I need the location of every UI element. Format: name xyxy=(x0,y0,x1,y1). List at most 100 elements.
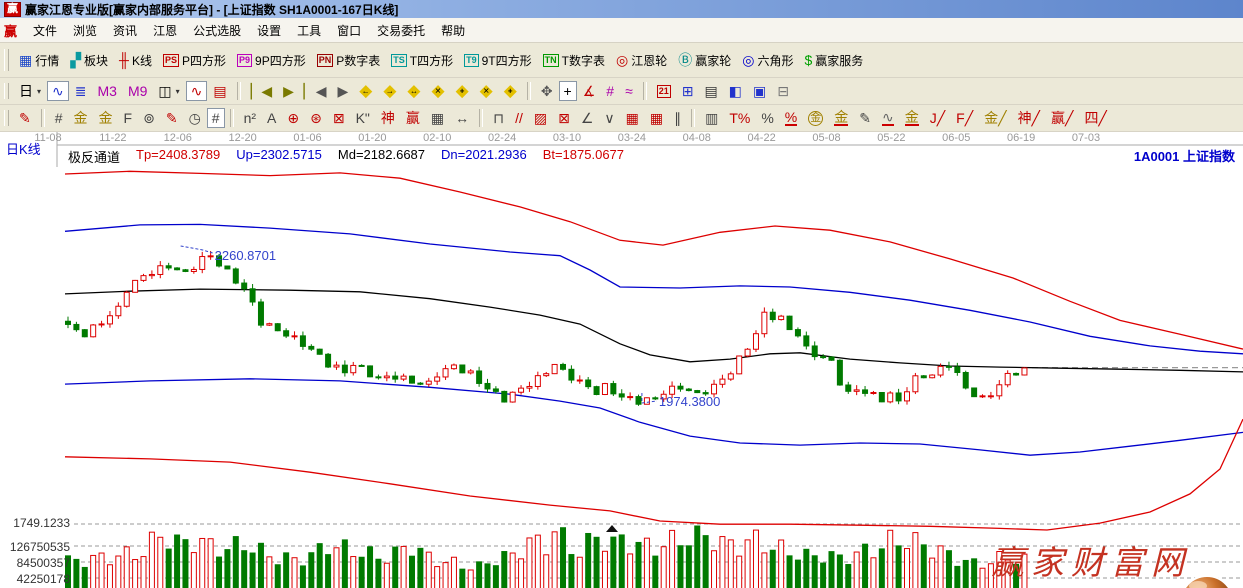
percent-tool[interactable]: % xyxy=(756,108,778,128)
diamond-expand-tool[interactable]: ◆+ xyxy=(451,81,474,101)
kline-button[interactable]: ╫K线 xyxy=(114,50,157,71)
p-square-button[interactable]: PSP四方形 xyxy=(158,50,231,71)
red-target-tool[interactable]: ⊕ xyxy=(282,108,304,128)
wave-3-tool[interactable]: M3 xyxy=(92,81,121,101)
kline-chart-canvas[interactable]: 11-0811-2212-0612-2001-0601-2002-1002-24… xyxy=(0,132,1243,588)
pan-hand-tool[interactable]: ✥ xyxy=(536,81,558,101)
cart-tool-tool[interactable]: ⊟ xyxy=(772,81,794,101)
j-slope-tool[interactable]: J╱ xyxy=(925,108,950,128)
red-grid-tool[interactable]: ▦ xyxy=(621,108,644,128)
clock-tool-tool[interactable]: ◷ xyxy=(184,108,206,128)
last-bar-tool[interactable]: ▶▕ xyxy=(278,81,310,101)
gantt-bars-tool[interactable]: ▥ xyxy=(700,108,723,128)
calculator-tool[interactable]: ⊞ xyxy=(677,81,699,101)
menu-item-7[interactable]: 工具 xyxy=(289,20,329,41)
hexagon-wheel-button[interactable]: ◎六角形 xyxy=(737,50,798,71)
period-day-tool[interactable]: 日▾ xyxy=(14,81,46,101)
pen-bars-tool[interactable]: ✎ xyxy=(854,108,876,128)
diamond-compress-all-tool[interactable]: ◆✕ xyxy=(475,81,498,101)
pen-grid-tool[interactable]: ✎ xyxy=(161,108,183,128)
si-slope-tool[interactable]: 四╱ xyxy=(1079,108,1111,128)
gold-underline-2-tool[interactable]: 金 xyxy=(900,109,924,128)
menu-item-9[interactable]: 交易委托 xyxy=(369,20,433,41)
color-histogram-tool[interactable]: ▤ xyxy=(208,81,231,101)
x-box-red-tool[interactable]: ⊠ xyxy=(553,108,575,128)
diamond-right-tool[interactable]: ◆→ xyxy=(378,81,401,101)
width-tool-tool[interactable]: ↔ xyxy=(450,108,474,128)
n-squared-tool[interactable]: n² xyxy=(239,108,261,128)
diamond-hspan-tool[interactable]: ◆↔ xyxy=(402,81,425,101)
diamond-expand-all-tool[interactable]: ◆+ xyxy=(499,81,522,101)
f-grid-tool[interactable]: F xyxy=(119,108,138,128)
edit-blue-tool[interactable]: ∿ xyxy=(47,81,69,101)
v-dots-tool[interactable]: ∨ xyxy=(599,108,619,128)
wave-9-tool[interactable]: M9 xyxy=(123,81,152,101)
gold-underline-tool[interactable]: 金 xyxy=(829,109,853,128)
menu-item-1[interactable]: 文件 xyxy=(25,20,65,41)
diamond-compress-tool[interactable]: ◆✕ xyxy=(427,81,450,101)
ying-slope-tool[interactable]: 赢╱ xyxy=(1046,108,1078,128)
angle-measure-tool[interactable]: ∡ xyxy=(578,81,601,101)
menu-item-8[interactable]: 窗口 xyxy=(329,20,369,41)
gann-grid-purple-tool[interactable]: # xyxy=(601,81,619,101)
a-wave-tool[interactable]: ∿ xyxy=(877,109,899,128)
fan-red-tool[interactable]: // xyxy=(510,108,528,128)
ruler-123-tool[interactable]: ▦ xyxy=(426,108,449,128)
spiral-tool-tool[interactable]: ⊚ xyxy=(138,108,160,128)
save-image-tool[interactable]: ◧ xyxy=(724,81,747,101)
quotes-button[interactable]: ▦行情 xyxy=(14,50,64,71)
parallel-lines-tool[interactable]: ∥ xyxy=(669,108,686,128)
a-lines-tool[interactable]: A xyxy=(262,108,281,128)
menu-item-4[interactable]: 江恩 xyxy=(145,20,185,41)
menu-item-5[interactable]: 公式选股 xyxy=(185,20,249,41)
p-digit-table-button[interactable]: PNP数字表 xyxy=(312,50,386,71)
grid-tool-tool[interactable]: # xyxy=(50,108,68,128)
sectors-button[interactable]: ▞板块 xyxy=(65,50,113,71)
winner-wheel-button[interactable]: Ⓑ赢家轮 xyxy=(673,50,736,71)
menu-item-6[interactable]: 设置 xyxy=(249,20,289,41)
9t-square-button[interactable]: T99T四方形 xyxy=(459,50,537,71)
winner-service-button[interactable]: $赢家服务 xyxy=(799,50,868,71)
pen-red-tool[interactable]: ✎ xyxy=(14,108,36,128)
gold-slope-tool[interactable]: 金╱ xyxy=(979,108,1011,128)
date-tick-label: 01-20 xyxy=(358,132,386,144)
calendar-tool[interactable]: 21 xyxy=(652,83,676,100)
red-web-box-tool[interactable]: ⊠ xyxy=(328,108,350,128)
note-blue-tool[interactable]: ≣ xyxy=(70,81,92,101)
notepad-tool[interactable]: ▤ xyxy=(700,81,723,101)
shen-slope-tool[interactable]: 神╱ xyxy=(1013,108,1045,128)
wave-purple-tool[interactable]: ≈ xyxy=(620,81,638,101)
diamond-left-tool[interactable]: ◆← xyxy=(354,81,377,101)
ying-grid-tool[interactable]: 赢 xyxy=(401,108,425,128)
gold-circle-tool[interactable]: 金 xyxy=(803,109,828,128)
gann-wheel-button[interactable]: ◎江恩轮 xyxy=(611,50,672,71)
red-web-tool[interactable]: ⊛ xyxy=(305,108,327,128)
red-grid-arrow-tool[interactable]: ▦ xyxy=(645,108,668,128)
menu-item-3[interactable]: 资讯 xyxy=(105,20,145,41)
f-slope-tool[interactable]: F╱ xyxy=(951,108,978,128)
pencil-fan-tool[interactable]: ∠ xyxy=(576,108,599,128)
box-tool-tool[interactable]: ⊓ xyxy=(488,108,509,128)
percent-underline-tool[interactable]: % xyxy=(780,109,802,128)
channel-bt-value: Bt=1875.0677 xyxy=(543,147,624,166)
t-square-button[interactable]: TST四方形 xyxy=(386,50,458,71)
grid-active-tool[interactable]: # xyxy=(207,108,225,128)
9p-square-button[interactable]: P99P四方形 xyxy=(232,50,311,71)
menu-item-2[interactable]: 浏览 xyxy=(65,20,105,41)
k-angle-tool[interactable]: K" xyxy=(351,108,375,128)
chart-area[interactable]: 11-0811-2212-0612-2001-0601-2002-1002-24… xyxy=(0,132,1243,588)
candle-style-tool[interactable]: ◫▾ xyxy=(153,81,184,101)
gold-grid-2-tool[interactable]: 金 xyxy=(94,108,118,128)
next-bar-tool[interactable]: ▶ xyxy=(332,81,353,101)
crosshair-tool[interactable]: + xyxy=(559,81,577,101)
fan-box-red-tool[interactable]: ▨ xyxy=(529,108,552,128)
gold-grid-tool[interactable]: 金 xyxy=(69,108,93,128)
edit-red-tool[interactable]: ∿ xyxy=(186,81,208,101)
picture-export-tool[interactable]: ▣ xyxy=(748,81,771,101)
first-bar-tool[interactable]: ▏◀ xyxy=(246,81,278,101)
percent-line-tool[interactable]: T% xyxy=(724,108,755,128)
t-digit-table-button[interactable]: TNT数字表 xyxy=(538,50,610,71)
prev-bar-tool[interactable]: ◀ xyxy=(311,81,332,101)
shen-grid-tool[interactable]: 神 xyxy=(376,108,400,128)
menu-item-10[interactable]: 帮助 xyxy=(433,20,473,41)
